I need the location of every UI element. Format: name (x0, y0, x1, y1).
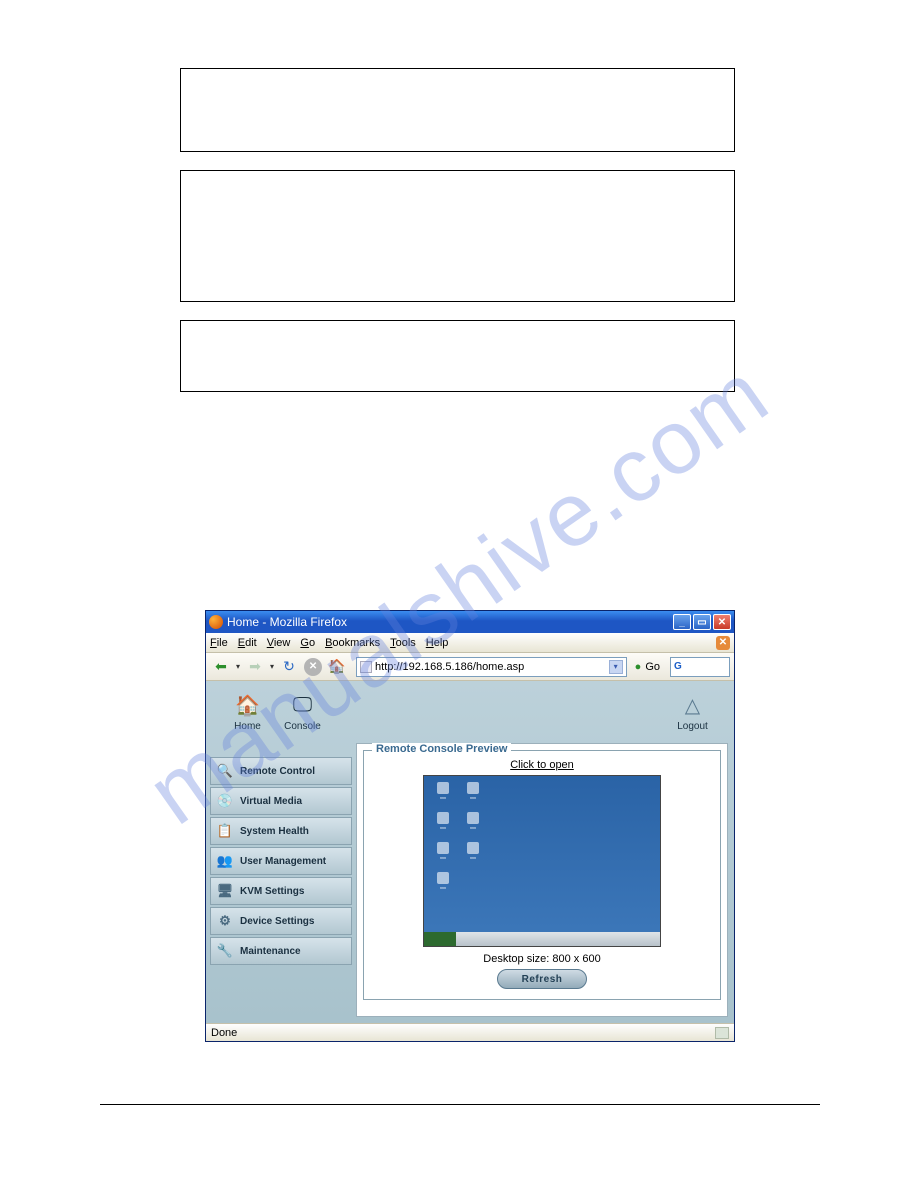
device-settings-icon: ⚙ (215, 911, 235, 931)
menu-go[interactable]: Go (300, 637, 315, 649)
back-button[interactable]: ⬅ (210, 656, 232, 678)
toolbar: ⬅ ▾ ➡ ▾ ↻ ✕ 🏠 ▾ ● Go G (206, 653, 734, 681)
titlebar: Home - Mozilla Firefox _ ▭ ✕ (206, 611, 734, 633)
forward-menu-icon[interactable]: ▾ (270, 662, 274, 671)
page-icon (360, 661, 372, 673)
home-button[interactable]: 🏠 (326, 656, 348, 678)
remote-control-icon: 🔍 (215, 761, 235, 781)
top-console-label: Console (284, 721, 321, 732)
menu-bookmarks[interactable]: Bookmarks (325, 637, 380, 649)
window-title: Home - Mozilla Firefox (227, 615, 347, 629)
top-console-button[interactable]: 🖵 Console (275, 693, 330, 732)
preview-fieldset: Remote Console Preview Click to open xxx… (363, 750, 721, 1000)
menu-view[interactable]: View (267, 637, 291, 649)
back-menu-icon[interactable]: ▾ (236, 662, 240, 671)
kvm-settings-icon: 🖥 (215, 881, 235, 901)
menu-file[interactable]: File (210, 637, 228, 649)
sidebar-item-remote-control[interactable]: 🔍 Remote Control (210, 757, 352, 785)
menu-help[interactable]: Help (426, 637, 449, 649)
sidebar-label-remote-control: Remote Control (240, 766, 315, 777)
system-health-icon: 📋 (215, 821, 235, 841)
virtual-media-icon: 💿 (215, 791, 235, 811)
top-logout-label: Logout (677, 721, 708, 732)
refresh-button[interactable]: Refresh (497, 969, 587, 989)
top-home-button[interactable]: 🏠 Home (220, 693, 275, 732)
empty-box-1 (180, 68, 735, 152)
search-box[interactable]: G (670, 657, 730, 677)
sidebar-label-virtual-media: Virtual Media (240, 796, 302, 807)
sidebar-label-maintenance: Maintenance (240, 946, 301, 957)
home-icon: 🏠 (234, 693, 262, 719)
stop-button[interactable]: ✕ (304, 658, 322, 676)
go-label[interactable]: Go (645, 661, 660, 673)
sidebar-item-maintenance[interactable]: 🔧 Maintenance (210, 937, 352, 965)
top-logout-button[interactable]: △ Logout (665, 693, 720, 732)
menu-tools[interactable]: Tools (390, 637, 416, 649)
browser-window: Home - Mozilla Firefox _ ▭ ✕ File Edit V… (205, 610, 735, 1042)
menubar: File Edit View Go Bookmarks Tools Help ✕ (206, 633, 734, 653)
top-home-label: Home (234, 721, 261, 732)
sidebar-item-user-management[interactable]: 👥 User Management (210, 847, 352, 875)
empty-box-2 (180, 170, 735, 302)
sidebar-label-kvm-settings: KVM Settings (240, 886, 304, 897)
horizontal-rule (100, 1104, 820, 1105)
firefox-icon (209, 615, 223, 629)
empty-box-3 (180, 320, 735, 392)
sidebar-item-kvm-settings[interactable]: 🖥 KVM Settings (210, 877, 352, 905)
sidebar-item-system-health[interactable]: 📋 System Health (210, 817, 352, 845)
page-content: 🏠 Home 🖵 Console △ Logout 🔍 Remote Contr… (206, 681, 734, 1023)
reload-button[interactable]: ↻ (278, 656, 300, 678)
menu-edit[interactable]: Edit (238, 637, 257, 649)
address-bar[interactable]: ▾ (356, 657, 627, 677)
maximize-button[interactable]: ▭ (693, 614, 711, 630)
sidebar-item-device-settings[interactable]: ⚙ Device Settings (210, 907, 352, 935)
sidebar-item-virtual-media[interactable]: 💿 Virtual Media (210, 787, 352, 815)
placeholder-boxes (180, 68, 735, 410)
user-management-icon: 👥 (215, 851, 235, 871)
search-engine-icon: G (674, 661, 682, 672)
minimize-button[interactable]: _ (673, 614, 691, 630)
status-text: Done (211, 1027, 237, 1039)
desktop-size-label: Desktop size: 800 x 600 (372, 953, 712, 965)
click-to-open-link[interactable]: Click to open (372, 759, 712, 771)
sidebar: 🔍 Remote Control 💿 Virtual Media 📋 Syste… (206, 743, 356, 1023)
forward-button[interactable]: ➡ (244, 656, 266, 678)
preview-legend: Remote Console Preview (372, 743, 511, 755)
sidebar-label-device-settings: Device Settings (240, 916, 314, 927)
close-button[interactable]: ✕ (713, 614, 731, 630)
url-input[interactable] (375, 661, 606, 673)
address-dropdown-icon[interactable]: ▾ (609, 660, 623, 674)
maintenance-icon: 🔧 (215, 941, 235, 961)
preview-taskbar (424, 932, 660, 946)
console-icon: 🖵 (289, 693, 317, 719)
sidebar-label-system-health: System Health (240, 826, 309, 837)
status-security-icon (715, 1027, 729, 1039)
logout-icon: △ (679, 693, 707, 719)
remote-console-preview[interactable]: xxx xxx xxx xxx xxx xxx xxx (423, 775, 661, 947)
tab-close-icon[interactable]: ✕ (716, 636, 730, 650)
go-icon[interactable]: ● (635, 661, 642, 673)
main-panel: Remote Console Preview Click to open xxx… (356, 743, 728, 1017)
sidebar-label-user-management: User Management (240, 856, 326, 867)
statusbar: Done (206, 1023, 734, 1041)
